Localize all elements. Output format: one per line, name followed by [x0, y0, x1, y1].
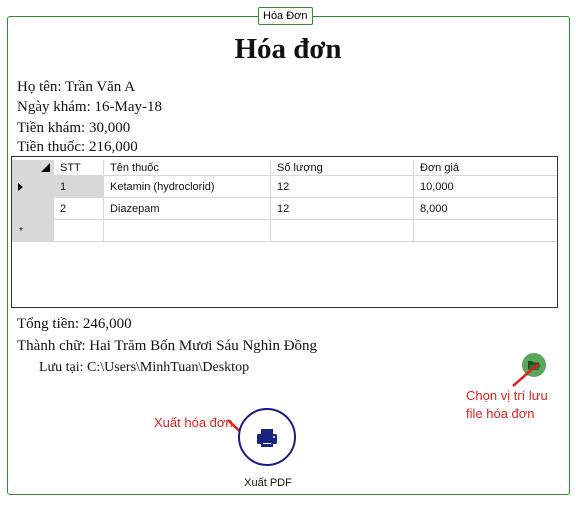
cell-quantity[interactable]: 12	[271, 176, 414, 198]
page-title: Hóa đơn	[234, 33, 342, 65]
cell-stt[interactable]: 2	[54, 198, 104, 220]
export-pdf-button[interactable]	[238, 408, 296, 466]
grid-corner-cell[interactable]	[12, 160, 54, 176]
grid-header: STT Tên thuốc Số lượng Đơn giá	[12, 160, 557, 176]
cell-quantity[interactable]: 12	[271, 198, 414, 220]
row-header[interactable]	[12, 176, 54, 198]
cell-medicine[interactable]: Diazepam	[104, 198, 271, 220]
cell-medicine[interactable]	[104, 220, 271, 242]
new-row-marker: *	[19, 226, 23, 237]
cell-medicine[interactable]: Ketamin (hydroclorid)	[104, 176, 271, 198]
amount-in-words: Thành chữ: Hai Trăm Bốn Mươi Sáu Nghìn Đ…	[17, 338, 318, 354]
annotation-export-invoice: Xuất hóa đơn	[154, 415, 233, 430]
export-pdf-label: Xuất PDF	[244, 477, 292, 489]
select-all-icon	[41, 163, 50, 172]
table-row[interactable]: 2 Diazepam 12 8,000	[12, 198, 557, 220]
save-path: Lưu tại: C:\Users\MinhTuan\Desktop	[39, 360, 250, 375]
column-header-quantity[interactable]: Số lượng	[271, 160, 414, 176]
row-header[interactable]: *	[12, 220, 54, 242]
annotation-choose-location-line2: file hóa đơn	[466, 406, 535, 421]
table-row[interactable]: 1 Ketamin (hydroclorid) 12 10,000	[12, 176, 557, 198]
column-header-unit-price[interactable]: Đơn giá	[414, 160, 557, 176]
cell-stt[interactable]	[54, 220, 104, 242]
patient-name: Họ tên: Trần Văn A	[17, 79, 136, 95]
row-header[interactable]	[12, 198, 54, 220]
total-amount: Tổng tiền: 246,000	[17, 316, 132, 332]
annotation-choose-location-line1: Chọn vị trí lưu	[466, 388, 548, 403]
folder-open-icon	[528, 361, 541, 370]
medicine-fee: Tiền thuốc: 216,000	[17, 139, 138, 155]
exam-fee: Tiền khám: 30,000	[17, 120, 131, 136]
cell-unit-price[interactable]	[414, 220, 557, 242]
cell-unit-price[interactable]: 8,000	[414, 198, 557, 220]
cell-quantity[interactable]	[271, 220, 414, 242]
groupbox-legend: Hóa Đơn	[258, 7, 313, 25]
choose-folder-button[interactable]	[522, 353, 546, 377]
exam-date: Ngày khám: 16-May-18	[17, 99, 162, 115]
column-header-medicine[interactable]: Tên thuốc	[104, 160, 271, 176]
new-row[interactable]: *	[12, 220, 557, 242]
medicine-grid[interactable]: STT Tên thuốc Số lượng Đơn giá 1 Ketamin…	[11, 156, 558, 308]
column-header-stt[interactable]: STT	[54, 160, 104, 176]
cell-unit-price[interactable]: 10,000	[414, 176, 557, 198]
current-row-arrow-icon	[18, 183, 23, 191]
cell-stt[interactable]: 1	[54, 176, 104, 198]
printer-icon	[257, 429, 277, 447]
